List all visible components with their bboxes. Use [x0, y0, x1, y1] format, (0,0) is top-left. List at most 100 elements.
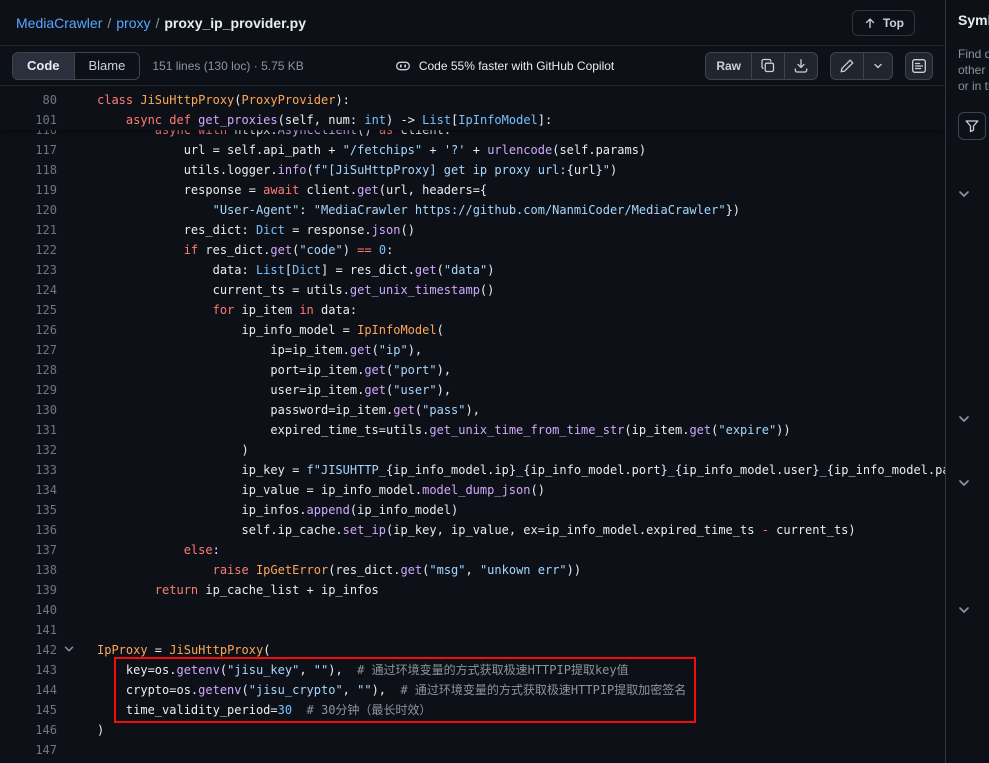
line-number[interactable]: 101	[0, 110, 57, 130]
code-text: )	[57, 720, 104, 740]
code-line: 144 crypto=os.getenv("jisu_crypto", ""),…	[0, 680, 945, 700]
code-text: url = self.api_path + "/fetchips" + '?' …	[57, 140, 646, 160]
code-text: ip=ip_item.get("ip"),	[57, 340, 422, 360]
tab-blame[interactable]: Blame	[74, 53, 140, 79]
edit-button[interactable]	[831, 53, 863, 79]
code-text	[57, 620, 97, 640]
code-line: 121 res_dict: Dict = response.json()	[0, 220, 945, 240]
breadcrumb-repo-link[interactable]: MediaCrawler	[16, 15, 102, 31]
code-text: expired_time_ts=utils.get_unix_time_from…	[57, 420, 791, 440]
code-text: return ip_cache_list + ip_infos	[57, 580, 379, 600]
arrow-up-icon	[863, 16, 877, 30]
tab-code[interactable]: Code	[13, 53, 74, 79]
code-text: password=ip_item.get("pass"),	[57, 400, 480, 420]
line-number[interactable]: 126	[0, 320, 57, 340]
code-line: 129 user=ip_item.get("user"),	[0, 380, 945, 400]
code-line: 126 ip_info_model = IpInfoModel(	[0, 320, 945, 340]
code-line: 128 port=ip_item.get("port"),	[0, 360, 945, 380]
code-text: if res_dict.get("code") == 0:	[57, 240, 393, 260]
breadcrumb-file-name: proxy_ip_provider.py	[164, 15, 306, 31]
line-number[interactable]: 136	[0, 520, 57, 540]
code-lines: 117 url = self.api_path + "/fetchips" + …	[0, 140, 945, 760]
line-number[interactable]: 144	[0, 680, 57, 700]
line-number[interactable]: 137	[0, 540, 57, 560]
line-number[interactable]: 132	[0, 440, 57, 460]
code-line: 123 data: List[Dict] = res_dict.get("dat…	[0, 260, 945, 280]
line-number[interactable]: 118	[0, 160, 57, 180]
line-number[interactable]: 127	[0, 340, 57, 360]
line-number[interactable]: 135	[0, 500, 57, 520]
code-blame-switcher: Code Blame	[12, 52, 140, 80]
code-line: 145 time_validity_period=30 # 30分钟（最长时效）	[0, 700, 945, 720]
download-raw-button[interactable]	[784, 53, 817, 79]
breadcrumb-separator: /	[155, 15, 159, 31]
line-number[interactable]: 119	[0, 180, 57, 200]
code-text: data: List[Dict] = res_dict.get("data")	[57, 260, 494, 280]
line-number[interactable]: 141	[0, 620, 57, 640]
line-number[interactable]: 146	[0, 720, 57, 740]
line-number[interactable]: 117	[0, 140, 57, 160]
chevron-down-icon	[956, 186, 976, 202]
line-number[interactable]: 134	[0, 480, 57, 500]
line-number[interactable]: 145	[0, 700, 57, 720]
line-number[interactable]: 143	[0, 660, 57, 680]
line-number[interactable]: 147	[0, 740, 57, 760]
code-line: 133 ip_key = f"JISUHTTP_{ip_info_model.i…	[0, 460, 945, 480]
copilot-banner[interactable]: Code 55% faster with GitHub Copilot	[395, 58, 614, 74]
line-number[interactable]: 80	[0, 90, 57, 110]
code-line: 137 else:	[0, 540, 945, 560]
code-line: 118 utils.logger.info(f"[JiSuHttpProxy] …	[0, 160, 945, 180]
line-number[interactable]: 130	[0, 400, 57, 420]
line-number[interactable]: 125	[0, 300, 57, 320]
line-number[interactable]: 131	[0, 420, 57, 440]
scroll-to-top-button[interactable]: Top	[852, 10, 915, 36]
chevron-down-icon	[956, 411, 976, 427]
code-line: 125 for ip_item in data:	[0, 300, 945, 320]
breadcrumb-bar: MediaCrawler/proxy/proxy_ip_provider.py …	[0, 0, 945, 46]
code-line: 146)	[0, 720, 945, 740]
line-number[interactable]: 139	[0, 580, 57, 600]
code-line: 124 current_ts = utils.get_unix_timestam…	[0, 280, 945, 300]
code-text: current_ts = utils.get_unix_timestamp()	[57, 280, 494, 300]
code-line: 131 expired_time_ts=utils.get_unix_time_…	[0, 420, 945, 440]
code-text: res_dict: Dict = response.json()	[57, 220, 415, 240]
line-number[interactable]: 124	[0, 280, 57, 300]
code-text: ip_value = ip_info_model.model_dump_json…	[57, 480, 545, 500]
symbols-filter-button[interactable]	[958, 112, 986, 140]
line-number[interactable]: 138	[0, 560, 57, 580]
line-number[interactable]: 140	[0, 600, 57, 620]
panel-outline-icon	[911, 58, 927, 74]
raw-button[interactable]: Raw	[706, 53, 751, 79]
line-number[interactable]: 142	[0, 640, 57, 660]
symbol-group-toggle[interactable]	[956, 409, 976, 429]
symbols-panel-description: Find definitions and references for func…	[958, 46, 989, 94]
code-line: 127 ip=ip_item.get("ip"),	[0, 340, 945, 360]
symbol-group-toggle[interactable]	[956, 473, 976, 493]
line-number[interactable]: 121	[0, 220, 57, 240]
code-text: raise IpGetError(res_dict.get("msg", "un…	[57, 560, 581, 580]
code-text	[57, 740, 97, 760]
code-line: 119 response = await client.get(url, hea…	[0, 180, 945, 200]
line-number[interactable]: 128	[0, 360, 57, 380]
line-number[interactable]: 133	[0, 460, 57, 480]
code-text: crypto=os.getenv("jisu_crypto", ""), # 通…	[57, 680, 686, 700]
symbol-group-toggle[interactable]	[956, 600, 976, 620]
symbols-panel-button[interactable]	[905, 52, 933, 80]
symbols-panel-title: Symbols	[958, 12, 989, 28]
line-number[interactable]: 123	[0, 260, 57, 280]
code-line: 101 async def get_proxies(self, num: int…	[0, 110, 945, 130]
edit-dropdown-button[interactable]	[863, 53, 892, 79]
line-number[interactable]: 129	[0, 380, 57, 400]
collapse-chevron-icon[interactable]	[62, 642, 76, 656]
symbol-group-toggle[interactable]	[956, 184, 976, 204]
line-number[interactable]: 120	[0, 200, 57, 220]
pencil-icon	[839, 58, 855, 74]
code-line: 136 self.ip_cache.set_ip(ip_key, ip_valu…	[0, 520, 945, 540]
copilot-banner-text: Code 55% faster with GitHub Copilot	[419, 59, 614, 73]
scroll-to-top-label: Top	[883, 16, 904, 30]
code-text: class JiSuHttpProxy(ProxyProvider):	[57, 90, 350, 110]
breadcrumb-folder-link[interactable]: proxy	[116, 15, 150, 31]
line-number[interactable]: 122	[0, 240, 57, 260]
copy-raw-button[interactable]	[751, 53, 784, 79]
code-line: 141	[0, 620, 945, 640]
